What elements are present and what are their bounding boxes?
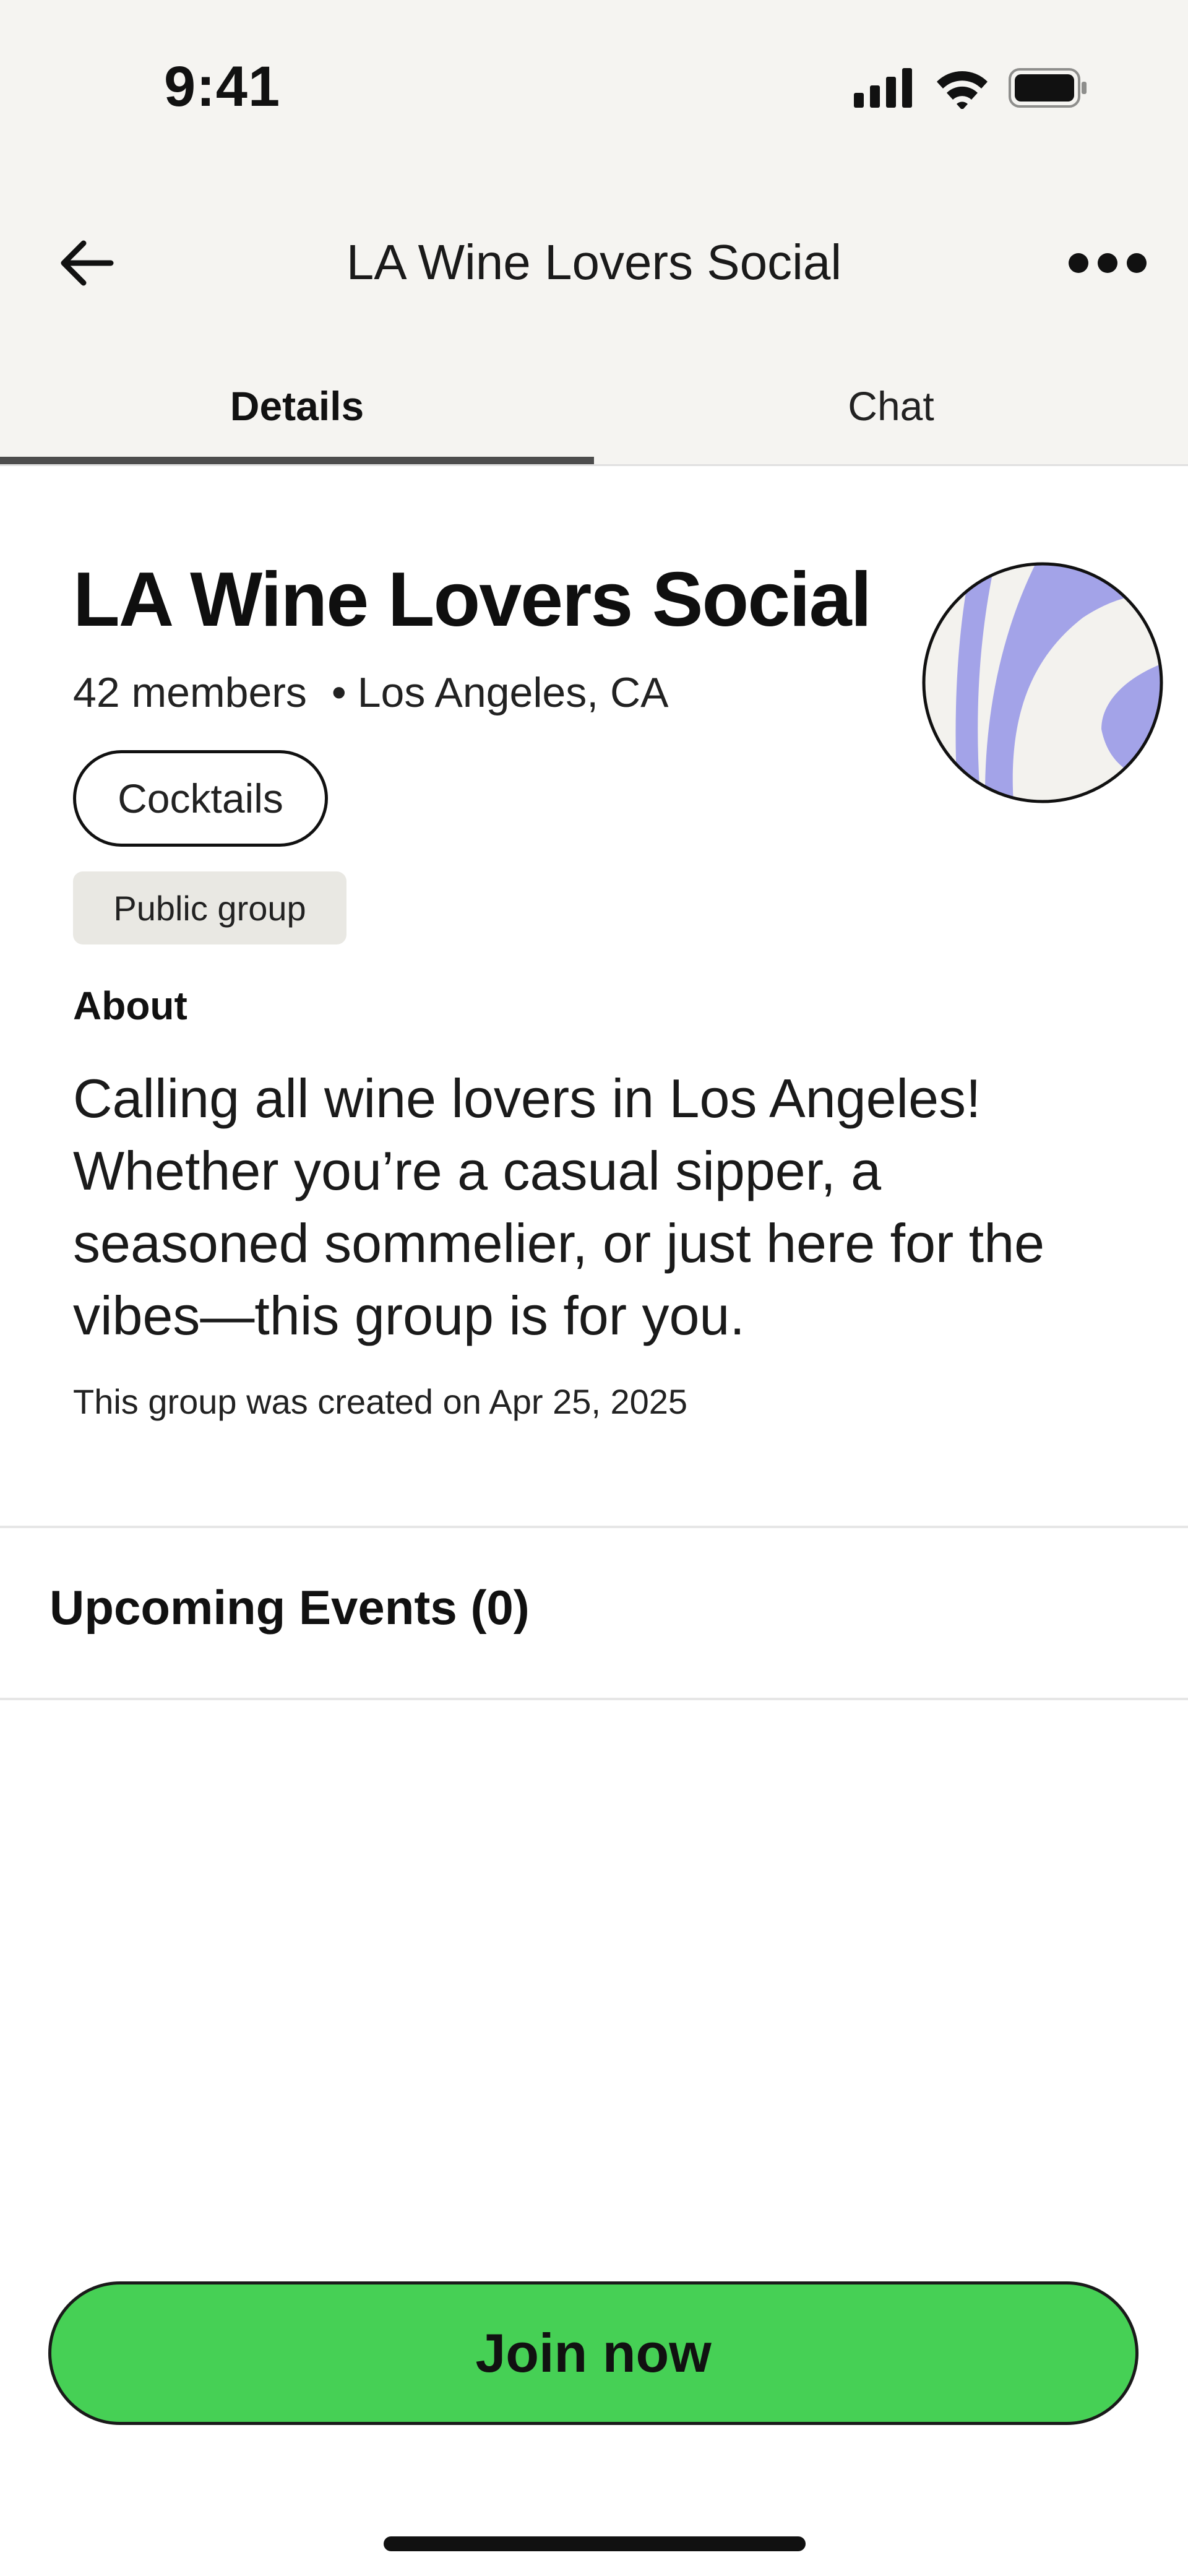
group-avatar	[922, 562, 1163, 803]
wifi-icon	[937, 71, 988, 109]
home-indicator	[384, 2536, 806, 2551]
signal-icon	[854, 68, 912, 108]
member-count: 42 members	[73, 669, 307, 716]
topic-chip-cocktails[interactable]: Cocktails	[73, 750, 328, 847]
join-now-button[interactable]: Join now	[48, 2281, 1138, 2425]
tabs-divider	[0, 464, 1188, 466]
tab-bar: Details Chat	[0, 347, 1188, 465]
about-description: Calling all wine lovers in Los Angeles! …	[73, 1068, 1045, 1346]
section-divider	[0, 1698, 1188, 1700]
group-name: LA Wine Lovers Social	[73, 557, 872, 642]
separator-dot: •	[331, 669, 346, 716]
more-icon	[1069, 253, 1147, 273]
status-time: 9:41	[164, 55, 281, 118]
tab-details[interactable]: Details	[0, 347, 594, 465]
section-divider	[0, 1526, 1188, 1528]
group-location: Los Angeles, CA	[357, 669, 669, 716]
header-title: LA Wine Lovers Social	[346, 235, 842, 290]
created-date: This group was created on Apr 25, 2025	[73, 1382, 688, 1421]
tab-chat[interactable]: Chat	[594, 347, 1188, 465]
visibility-badge: Public group	[73, 871, 346, 944]
group-meta: 42 members • Los Angeles, CA	[73, 668, 669, 717]
more-options-button[interactable]	[1055, 238, 1160, 288]
battery-icon	[1009, 68, 1087, 108]
group-details-screen: 9:41 LA Wine Lovers Social Details Chat …	[0, 0, 1188, 2576]
status-icons	[854, 68, 1087, 109]
upcoming-events-heading[interactable]: Upcoming Events (0)	[50, 1580, 530, 1636]
about-heading: About	[73, 983, 187, 1028]
